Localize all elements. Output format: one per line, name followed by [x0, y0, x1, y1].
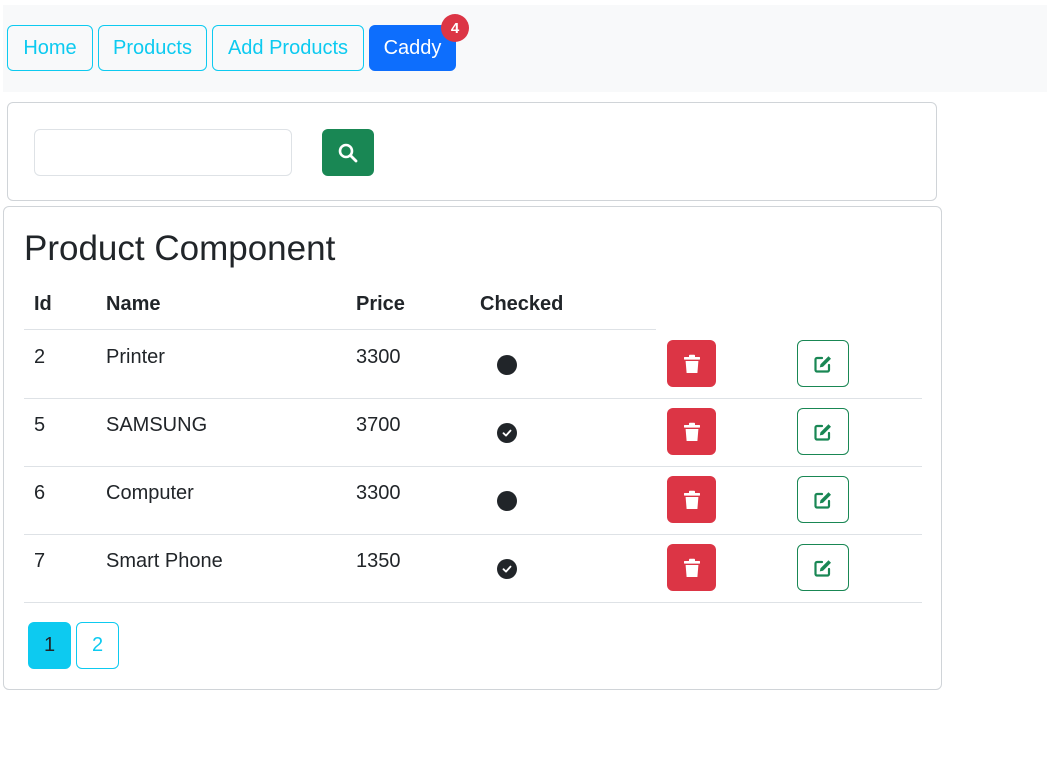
delete-button[interactable]	[667, 544, 716, 591]
product-card: Product Component Id Name Price Checked …	[3, 206, 942, 690]
navbar: Home Products Add Products Caddy 4	[3, 5, 1047, 92]
cell-name: Smart Phone	[106, 550, 223, 572]
nav-home-button[interactable]: Home	[7, 25, 93, 71]
page-title: Product Component	[24, 229, 336, 268]
caddy-count-badge: 4	[441, 14, 469, 42]
page-button-1[interactable]: 1	[28, 622, 71, 669]
cell-id: 6	[34, 482, 46, 504]
search-card	[7, 102, 937, 201]
page-button-2[interactable]: 2	[76, 622, 119, 669]
search-icon	[338, 143, 358, 162]
column-header-name: Name	[106, 293, 161, 315]
trash-icon	[683, 558, 700, 577]
nav-caddy-button[interactable]: Caddy 4	[369, 14, 469, 71]
table-row: 7 Smart Phone 1350	[24, 534, 922, 603]
cell-id: 2	[34, 346, 46, 368]
edit-icon	[814, 423, 831, 441]
trash-icon	[683, 490, 700, 509]
table-row: 2 Printer 3300	[24, 330, 922, 399]
cell-id: 7	[34, 550, 46, 572]
table-row: 6 Computer 3300	[24, 466, 922, 535]
edit-button[interactable]	[797, 544, 849, 591]
column-header-price: Price	[356, 293, 405, 315]
nav-add-products-button[interactable]: Add Products	[212, 25, 364, 71]
cell-name: SAMSUNG	[106, 414, 208, 436]
caddy-label: Caddy	[383, 36, 442, 59]
delete-button[interactable]	[667, 340, 716, 387]
edit-icon	[814, 491, 831, 509]
circle-icon[interactable]	[497, 355, 517, 375]
delete-button[interactable]	[667, 408, 716, 455]
column-header-checked: Checked	[480, 293, 564, 315]
column-header-id: Id	[34, 293, 52, 315]
edit-button[interactable]	[797, 340, 849, 387]
circle-icon[interactable]	[497, 491, 517, 511]
cell-id: 5	[34, 414, 46, 436]
check-circle-icon[interactable]	[497, 559, 517, 579]
delete-button[interactable]	[667, 476, 716, 523]
trash-icon	[683, 354, 700, 373]
search-button[interactable]	[322, 129, 374, 176]
edit-icon	[814, 559, 831, 577]
cell-name: Printer	[106, 346, 165, 368]
check-circle-icon[interactable]	[497, 423, 517, 443]
trash-icon	[683, 422, 700, 441]
cell-price: 3300	[356, 482, 401, 504]
edit-button[interactable]	[797, 476, 849, 523]
edit-icon	[814, 355, 831, 373]
cell-price: 3700	[356, 414, 401, 436]
cell-name: Computer	[106, 482, 194, 504]
cell-price: 3300	[356, 346, 401, 368]
search-input[interactable]	[34, 129, 292, 176]
edit-button[interactable]	[797, 408, 849, 455]
table-row: 5 SAMSUNG 3700	[24, 398, 922, 467]
nav-products-button[interactable]: Products	[98, 25, 207, 71]
cell-price: 1350	[356, 550, 401, 572]
